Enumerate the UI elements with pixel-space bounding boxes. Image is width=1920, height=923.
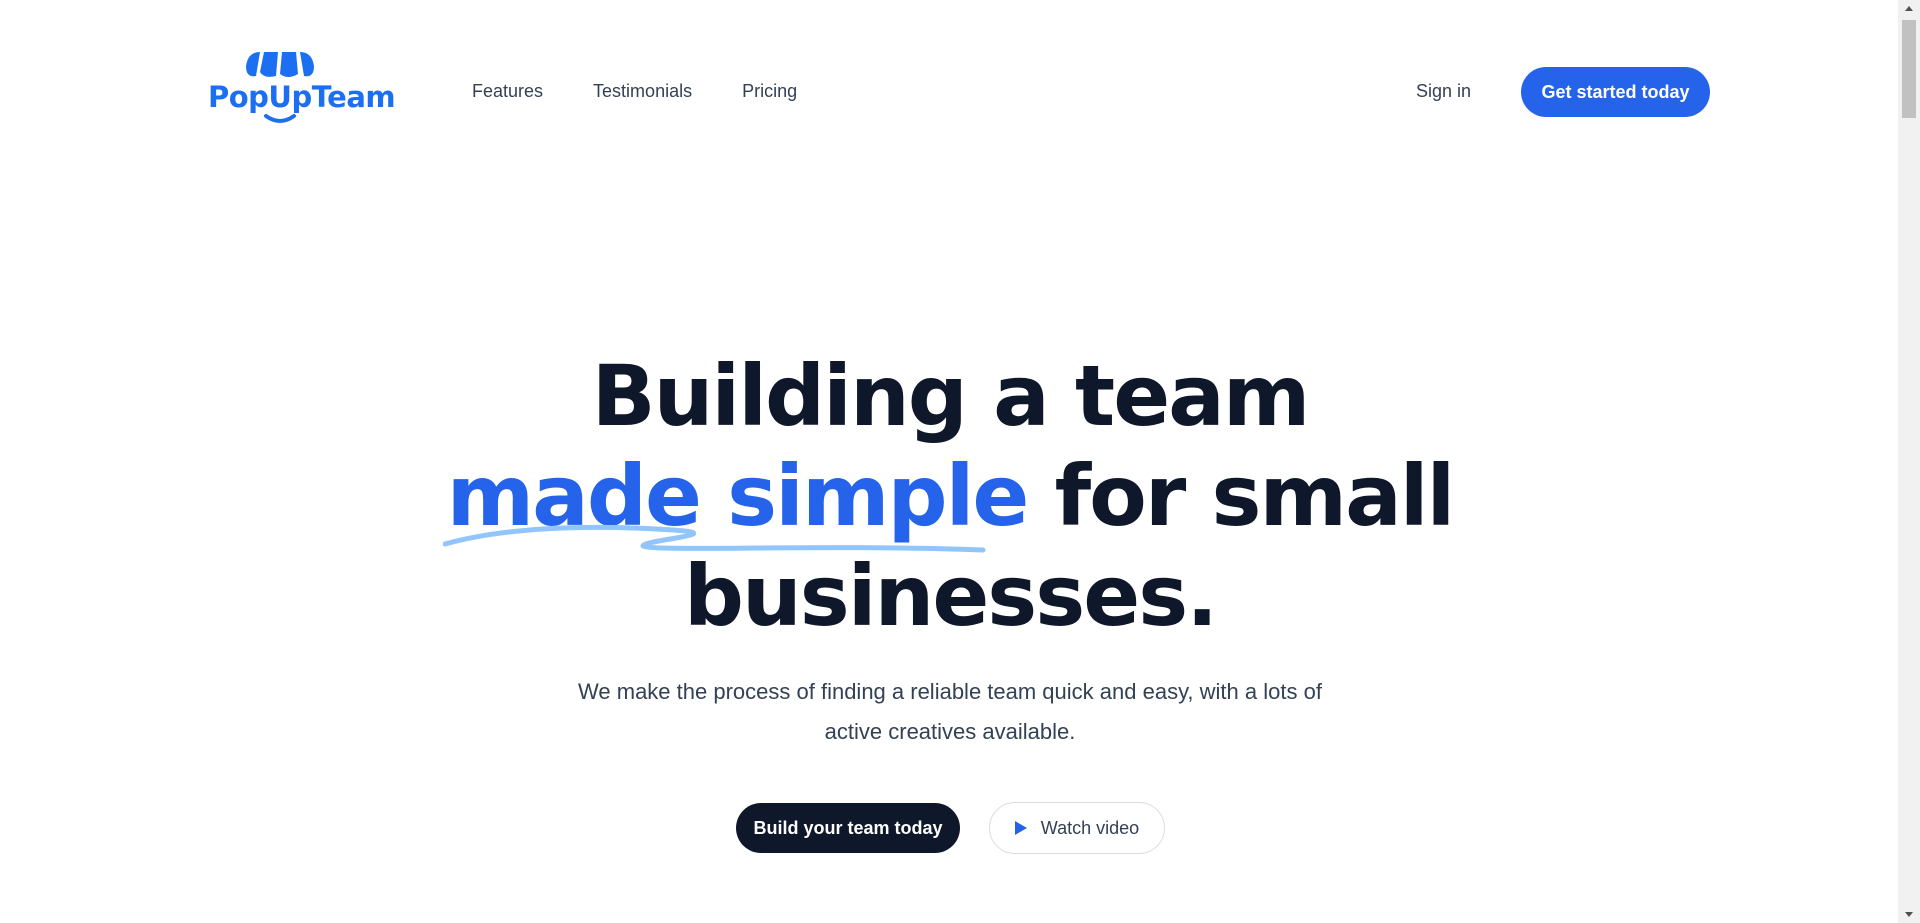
main-nav: Features Testimonials Pricing	[472, 78, 797, 104]
build-team-button[interactable]: Build your team today	[736, 803, 960, 853]
watch-video-label: Watch video	[1040, 817, 1140, 838]
scrollbar-thumb[interactable]	[1902, 20, 1916, 118]
nav-features[interactable]: Features	[472, 78, 543, 104]
hero-title: Building a team made simple for small bu…	[0, 346, 1900, 646]
play-icon	[1014, 821, 1027, 835]
scroll-up-icon[interactable]	[1905, 6, 1913, 11]
hero-title-line-1: Building a team	[591, 347, 1311, 445]
hero-actions: Build your team today Watch video	[736, 802, 1165, 854]
hero-highlight-text: made simple	[446, 447, 1030, 545]
brand-logo[interactable]: PopUpTeam	[208, 52, 396, 130]
brand-name: PopUpTeam	[208, 80, 396, 114]
sign-in-link[interactable]: Sign in	[1416, 78, 1471, 104]
vertical-scrollbar[interactable]	[1898, 0, 1920, 923]
hero-subtitle: We make the process of finding a reliabl…	[578, 679, 1322, 744]
watch-video-button[interactable]: Watch video	[989, 802, 1165, 854]
page: PopUpTeam Features Testimonials Pricing …	[0, 0, 1920, 923]
site-header: PopUpTeam Features Testimonials Pricing …	[0, 0, 1898, 183]
hero-title-line-2: made simple for small	[0, 446, 1900, 553]
nav-testimonials[interactable]: Testimonials	[593, 78, 692, 104]
scroll-down-icon[interactable]	[1905, 912, 1913, 917]
get-started-button[interactable]: Get started today	[1521, 67, 1710, 117]
nav-pricing[interactable]: Pricing	[742, 78, 797, 104]
hero-title-highlight: made simple	[442, 446, 1030, 553]
hero-title-line-2-rest: for small	[1027, 447, 1456, 545]
hero-title-line-3: businesses.	[683, 547, 1218, 645]
